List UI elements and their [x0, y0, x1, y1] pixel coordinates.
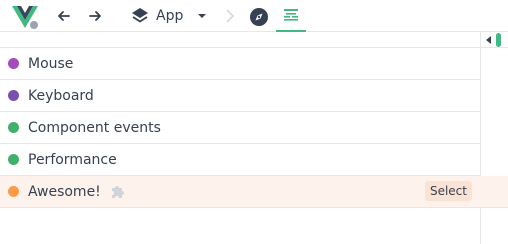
layer-row-keyboard[interactable]: Keyboard	[0, 80, 480, 112]
layer-row-performance[interactable]: Performance	[0, 144, 480, 176]
forward-button[interactable]	[84, 6, 106, 26]
scroll-handle[interactable]	[496, 33, 501, 47]
select-button[interactable]: Select	[424, 181, 472, 201]
compass-icon	[250, 8, 268, 26]
layer-color-dot	[8, 122, 19, 133]
timeline-layers-panel: Mouse Keyboard Component events Performa…	[0, 32, 480, 244]
back-button[interactable]	[53, 6, 75, 26]
chevron-right-icon	[223, 8, 237, 24]
app-select-button[interactable]: App	[130, 5, 212, 27]
caret-down-icon	[198, 14, 207, 18]
caret-left-icon[interactable]	[486, 36, 492, 44]
pane-header	[481, 32, 508, 48]
vue-logo-icon	[10, 4, 40, 30]
puzzle-icon	[109, 183, 127, 201]
layer-label: Component events	[28, 119, 161, 136]
layer-color-dot	[8, 186, 19, 197]
layer-label: Awesome!	[28, 183, 101, 200]
layer-label: Keyboard	[28, 87, 94, 104]
toolbar: App	[0, 0, 508, 32]
app-select-label: App	[156, 8, 184, 24]
layer-label: Mouse	[28, 55, 74, 72]
timeline-scroll-pane	[480, 32, 508, 244]
layer-color-dot	[8, 58, 19, 69]
layer-color-dot	[8, 154, 19, 165]
layer-row-mouse[interactable]: Mouse	[0, 48, 480, 80]
layers-header	[0, 32, 480, 48]
layer-label: Performance	[28, 151, 117, 168]
status-dot	[30, 21, 38, 29]
layers-icon	[132, 8, 148, 23]
layer-row-awesome[interactable]: Awesome! Select	[0, 176, 480, 208]
compass-button[interactable]	[248, 6, 270, 28]
timeline-icon	[284, 9, 298, 21]
layer-color-dot	[8, 90, 19, 101]
layer-row-component-events[interactable]: Component events	[0, 112, 480, 144]
arrow-right-icon	[89, 11, 101, 21]
arrow-left-icon	[58, 11, 70, 21]
highlight-row-extension	[480, 176, 508, 208]
tab-timeline[interactable]	[276, 0, 306, 32]
